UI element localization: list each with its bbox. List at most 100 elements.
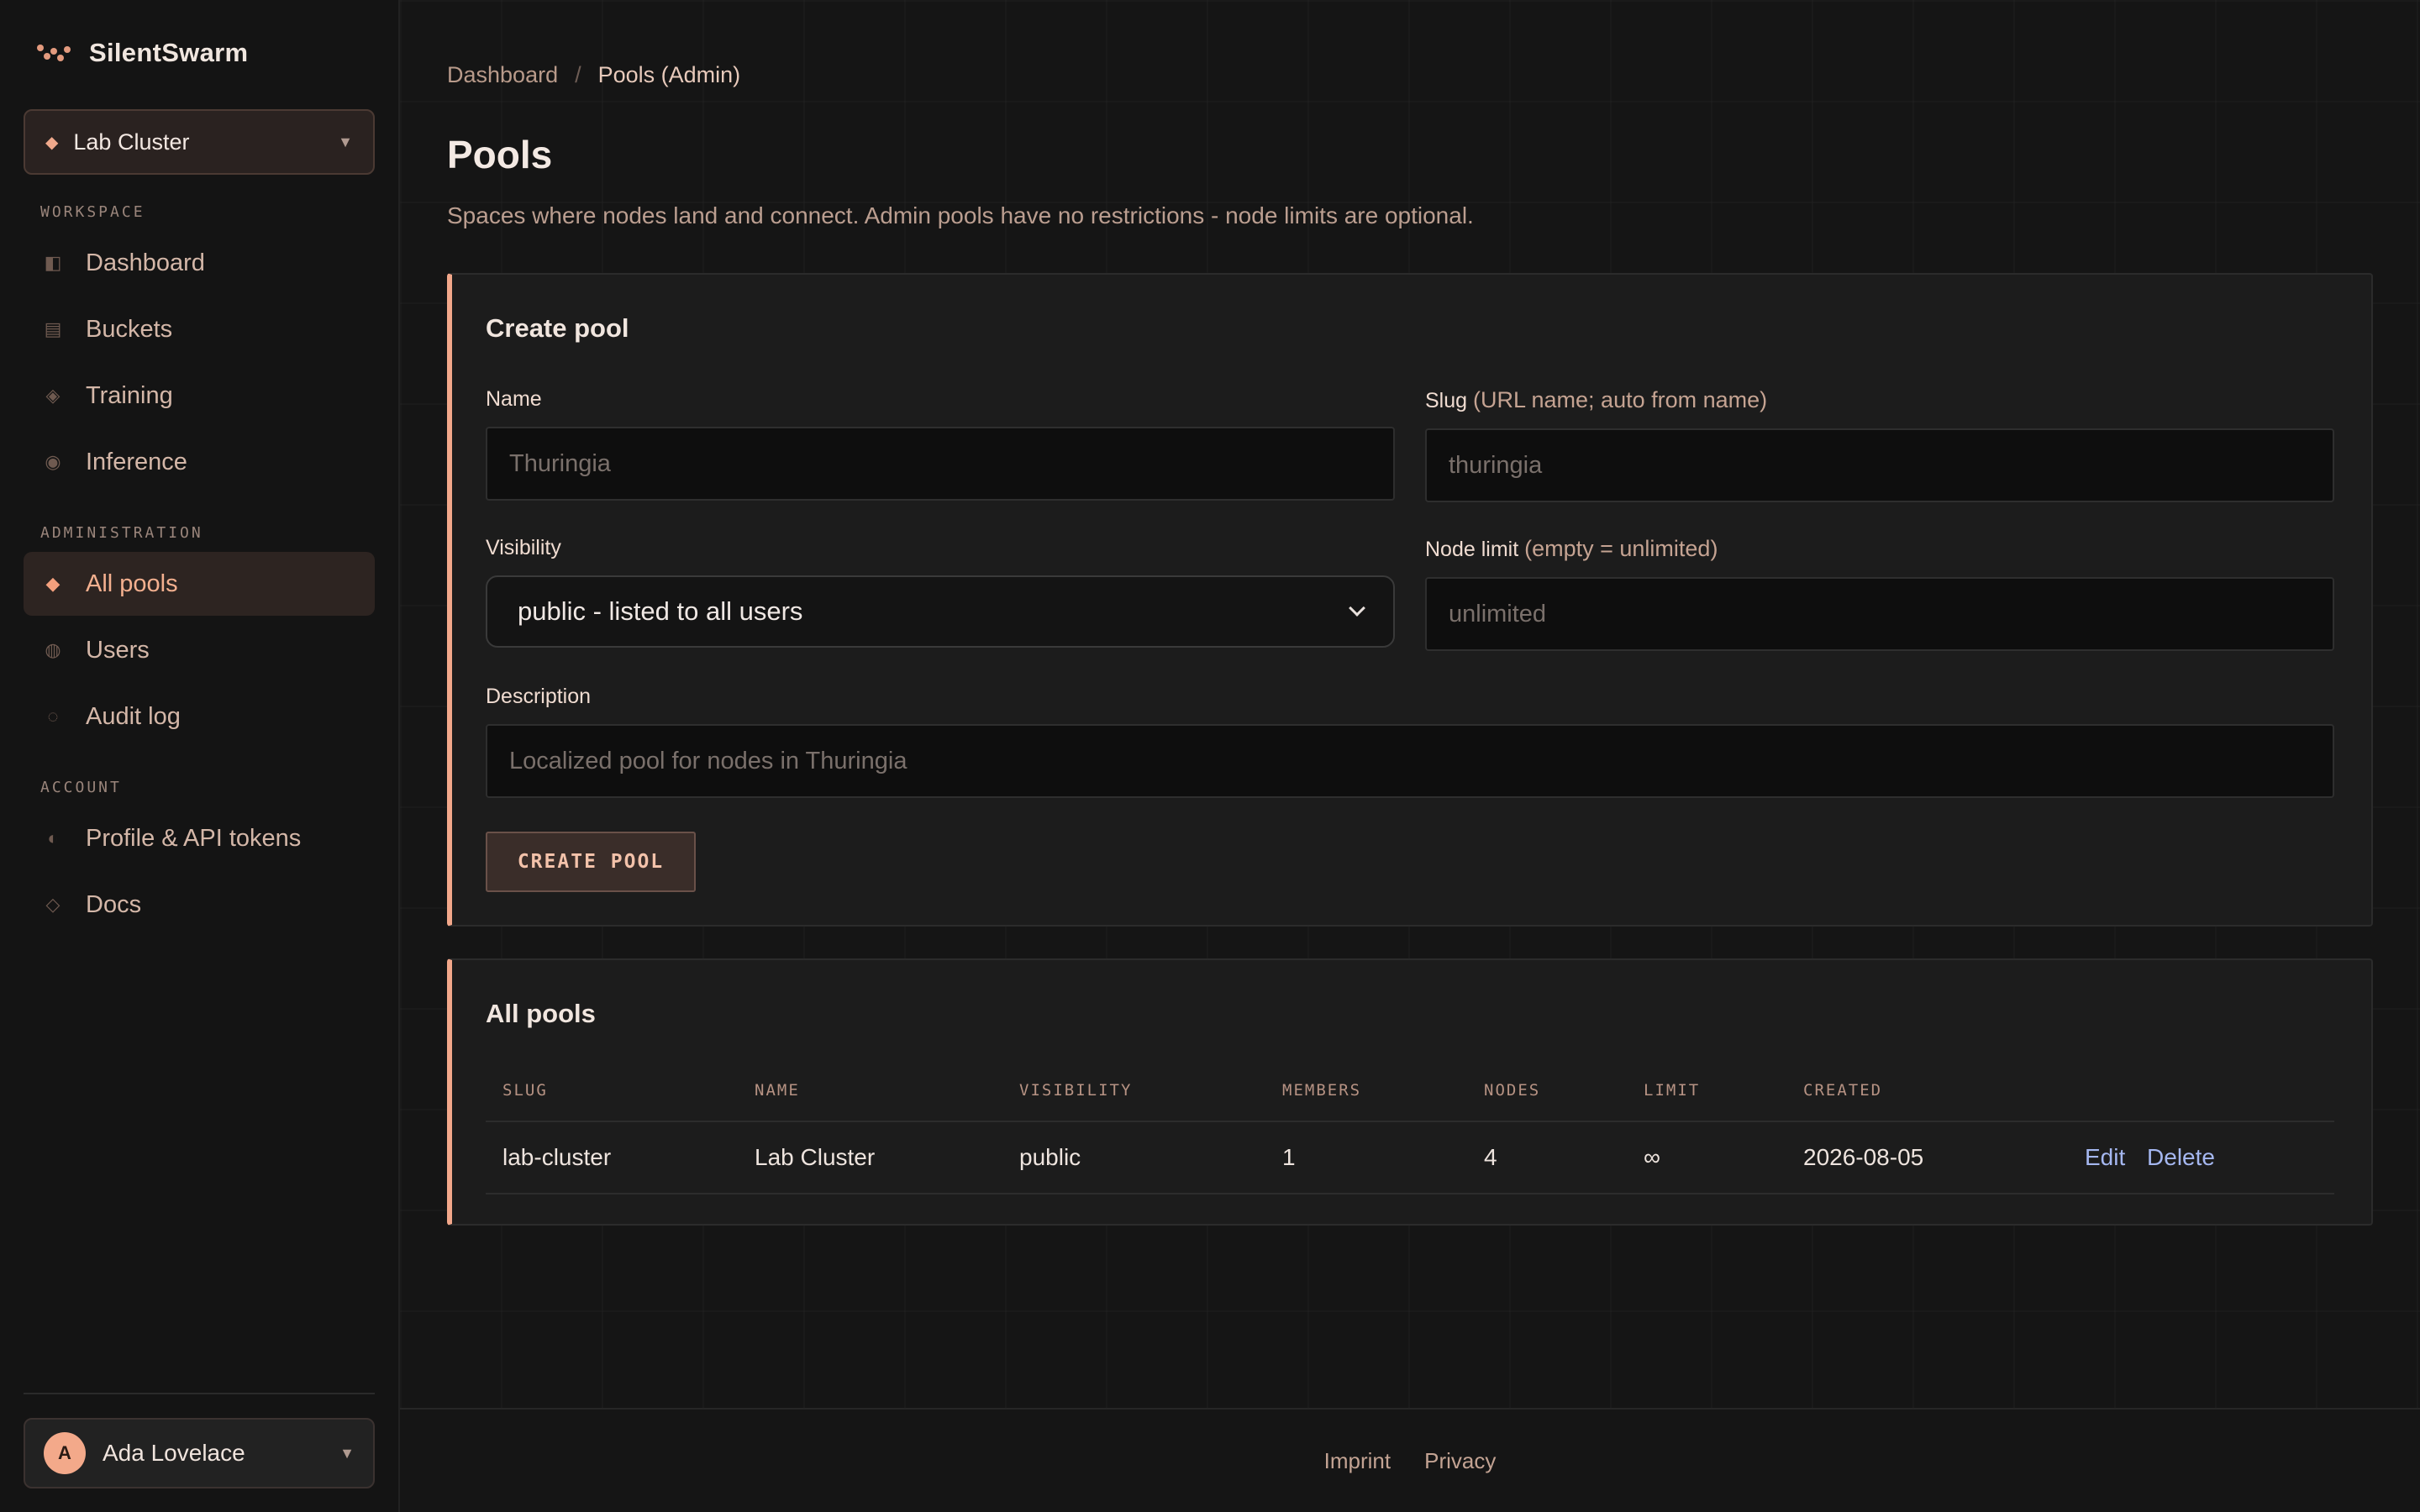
- docs-icon: ◇: [45, 894, 60, 915]
- cell-limit: ∞: [1627, 1121, 1786, 1194]
- audit-log-icon: ◌: [47, 706, 59, 727]
- slug-label-text: Slug: [1425, 389, 1468, 412]
- sidebar-item-label: Profile & API tokens: [86, 824, 302, 852]
- cluster-selector-value: Lab Cluster: [73, 129, 190, 155]
- sidebar-item-buckets[interactable]: ▤ Buckets: [24, 297, 375, 361]
- imprint-link[interactable]: Imprint: [1324, 1448, 1391, 1474]
- sidebar-item-label: Users: [86, 636, 150, 664]
- breadcrumb-current: Pools (Admin): [597, 62, 741, 87]
- chevron-down-icon: [1349, 600, 1365, 617]
- breadcrumb-separator: /: [575, 62, 581, 87]
- main-content: Dashboard / Pools (Admin) Pools Spaces w…: [400, 0, 2420, 1512]
- visibility-select[interactable]: public - listed to all users: [486, 575, 1395, 648]
- sidebar-item-docs[interactable]: ◇ Docs: [24, 873, 375, 937]
- cluster-diamond-icon: ◆: [45, 133, 59, 152]
- cell-created: 2026-08-05: [1786, 1121, 2068, 1194]
- node-limit-input[interactable]: unlimited: [1425, 577, 2334, 651]
- node-limit-label-text: Node limit: [1425, 538, 1519, 561]
- description-input-placeholder: Localized pool for nodes in Thuringia: [509, 747, 908, 774]
- column-header-created[interactable]: CREATED: [1786, 1059, 2068, 1122]
- swarm-logo-icon: [37, 41, 71, 65]
- brand[interactable]: SilentSwarm: [24, 0, 375, 106]
- sidebar: SilentSwarm ◆ Lab Cluster ▼ WORKSPACE ◧ …: [0, 0, 400, 1512]
- column-header-limit[interactable]: LIMIT: [1627, 1059, 1786, 1122]
- slug-hint: (URL name; auto from name): [1473, 387, 1768, 412]
- buckets-icon: ▤: [44, 318, 62, 339]
- pools-icon: ◆: [45, 573, 60, 594]
- pools-table: SLUG NAME VISIBILITY MEMBERS NODES LIMIT…: [486, 1059, 2334, 1194]
- sidebar-item-label: Audit log: [86, 702, 181, 730]
- node-limit-label: Node limit (empty = unlimited): [1425, 536, 2334, 562]
- sidebar-item-label: Dashboard: [86, 249, 205, 276]
- name-label: Name: [486, 387, 542, 411]
- user-menu[interactable]: A Ada Lovelace ▼: [24, 1418, 375, 1488]
- table-row: lab-cluster Lab Cluster public 1 4 ∞ 202…: [486, 1121, 2334, 1194]
- column-header-nodes[interactable]: NODES: [1467, 1059, 1627, 1122]
- slug-input-placeholder: thuringia: [1449, 451, 1543, 479]
- node-limit-hint: (empty = unlimited): [1524, 536, 1718, 561]
- sidebar-divider: [24, 1393, 375, 1394]
- sidebar-item-all-pools[interactable]: ◆ All pools: [24, 552, 375, 616]
- description-input[interactable]: Localized pool for nodes in Thuringia: [486, 724, 2334, 798]
- name-input[interactable]: Thuringia: [486, 427, 1395, 501]
- sidebar-item-inference[interactable]: ◉ Inference: [24, 430, 375, 494]
- section-title-account: ACCOUNT: [40, 779, 122, 796]
- user-name: Ada Lovelace: [103, 1440, 245, 1466]
- sidebar-item-dashboard[interactable]: ◧ Dashboard: [24, 231, 375, 295]
- page-title: Pools: [447, 133, 553, 176]
- sidebar-item-training[interactable]: ◈ Training: [24, 364, 375, 428]
- name-input-placeholder: Thuringia: [509, 449, 611, 477]
- profile-icon: ◐: [47, 827, 59, 848]
- page-subtitle: Spaces where nodes land and connect. Adm…: [447, 202, 1474, 228]
- sidebar-item-users[interactable]: ◍ Users: [24, 618, 375, 682]
- sidebar-item-label: Inference: [86, 448, 187, 475]
- sidebar-item-profile[interactable]: ◐ Profile & API tokens: [24, 806, 375, 870]
- cell-name: Lab Cluster: [738, 1121, 1002, 1194]
- cell-visibility: public: [1002, 1121, 1265, 1194]
- all-pools-title: All pools: [486, 999, 596, 1028]
- privacy-link[interactable]: Privacy: [1424, 1448, 1496, 1474]
- all-pools-card: All pools SLUG NAME VISIBILITY MEMBERS N…: [447, 958, 2373, 1226]
- sidebar-item-label: Training: [86, 381, 173, 409]
- create-pool-card: Create pool Name Thuringia Slug (URL nam…: [447, 273, 2373, 927]
- column-header-slug[interactable]: SLUG: [486, 1059, 738, 1122]
- description-label: Description: [486, 685, 592, 708]
- breadcrumb-dashboard-link[interactable]: Dashboard: [447, 62, 558, 88]
- edit-link[interactable]: Edit: [2085, 1144, 2125, 1170]
- column-header-visibility[interactable]: VISIBILITY: [1002, 1059, 1265, 1122]
- cell-slug: lab-cluster: [486, 1121, 738, 1194]
- app-name: SilentSwarm: [89, 38, 249, 67]
- dashboard-icon: ◧: [44, 252, 62, 273]
- slug-input[interactable]: thuringia: [1425, 428, 2334, 502]
- training-icon: ◈: [45, 385, 60, 406]
- column-header-members[interactable]: MEMBERS: [1265, 1059, 1467, 1122]
- slug-label: Slug (URL name; auto from name): [1425, 387, 2334, 413]
- create-pool-button[interactable]: CREATE POOL: [486, 832, 696, 892]
- sidebar-item-label: All pools: [86, 570, 178, 597]
- sidebar-item-label: Buckets: [86, 315, 173, 343]
- section-title-administration: ADMINISTRATION: [40, 524, 203, 542]
- avatar: A: [44, 1432, 86, 1474]
- inference-icon: ◉: [45, 451, 61, 472]
- column-header-name[interactable]: NAME: [738, 1059, 1002, 1122]
- app-root: SilentSwarm ◆ Lab Cluster ▼ WORKSPACE ◧ …: [0, 0, 2420, 1512]
- chevron-down-icon: ▼: [338, 133, 353, 150]
- chevron-down-icon: ▼: [339, 1444, 355, 1462]
- breadcrumb: Dashboard / Pools (Admin): [447, 62, 2373, 88]
- visibility-select-value: public - listed to all users: [518, 596, 803, 626]
- column-header-actions: [2068, 1059, 2334, 1122]
- table-header-row: SLUG NAME VISIBILITY MEMBERS NODES LIMIT…: [486, 1059, 2334, 1122]
- visibility-label: Visibility: [486, 536, 561, 559]
- create-pool-title: Create pool: [486, 313, 629, 343]
- section-title-workspace: WORKSPACE: [40, 203, 145, 221]
- footer: Imprint Privacy: [400, 1408, 2420, 1512]
- node-limit-input-placeholder: unlimited: [1449, 600, 1547, 627]
- delete-link[interactable]: Delete: [2147, 1144, 2215, 1170]
- cluster-selector[interactable]: ◆ Lab Cluster ▼: [24, 109, 375, 175]
- cell-nodes: 4: [1467, 1121, 1627, 1194]
- sidebar-item-audit-log[interactable]: ◌ Audit log: [24, 685, 375, 748]
- users-icon: ◍: [45, 639, 61, 660]
- cell-members: 1: [1265, 1121, 1467, 1194]
- cell-actions: Edit Delete: [2068, 1121, 2334, 1194]
- sidebar-item-label: Docs: [86, 890, 142, 918]
